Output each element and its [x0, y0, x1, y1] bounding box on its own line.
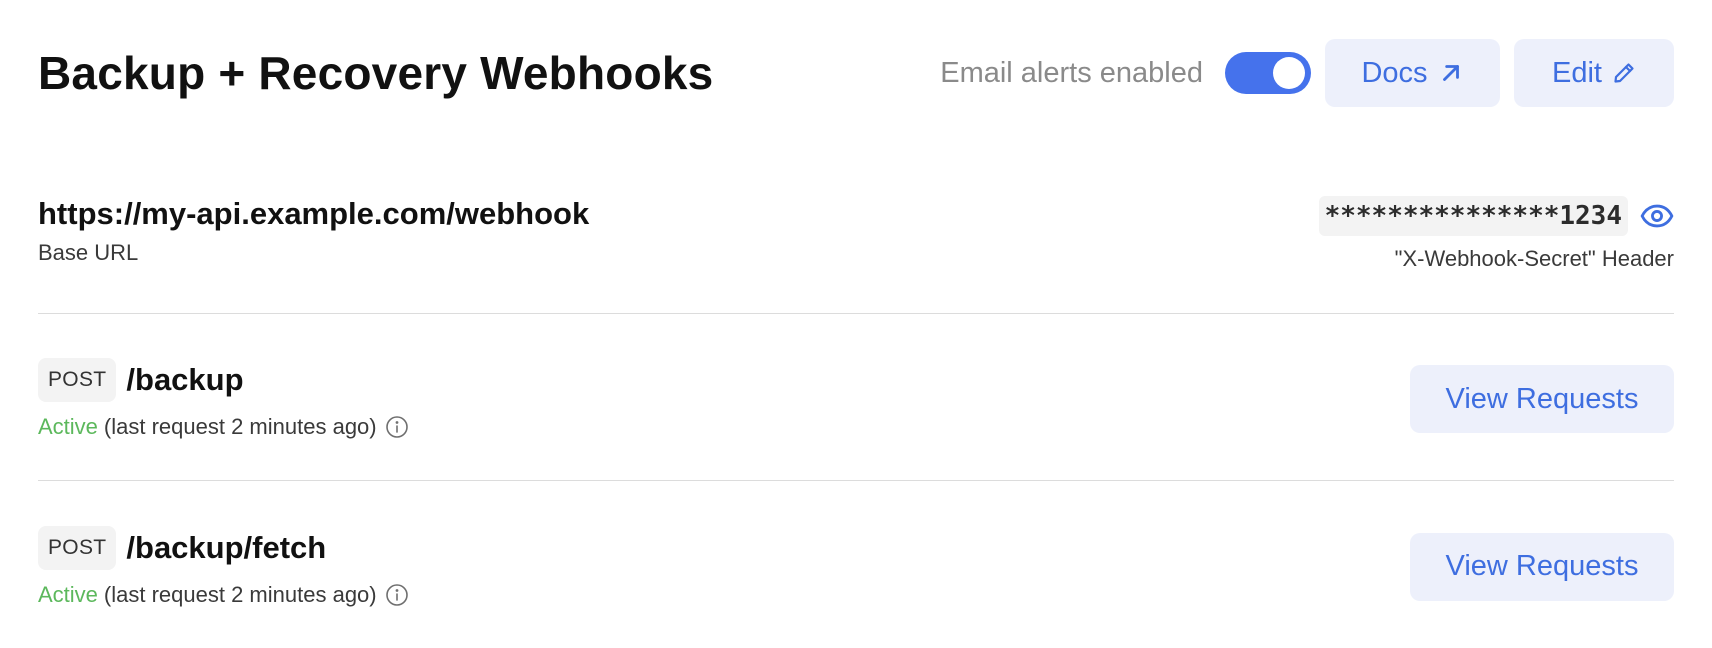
base-url-section: https://my-api.example.com/webhook Base … — [38, 146, 1674, 314]
endpoint-info: POST /backup Active (last request 2 minu… — [38, 358, 409, 440]
view-requests-label: View Requests — [1445, 550, 1639, 582]
base-url-value: https://my-api.example.com/webhook — [38, 196, 590, 231]
email-alerts-label: Email alerts enabled — [940, 56, 1203, 89]
view-requests-button[interactable]: View Requests — [1410, 365, 1674, 433]
endpoint-title-line: POST /backup/fetch — [38, 525, 409, 570]
toggle-knob — [1273, 57, 1305, 89]
secret-row: ***************1234 — [1318, 196, 1674, 236]
method-badge: POST — [38, 358, 117, 402]
endpoint-status: Active (last request 2 minutes ago) — [38, 582, 409, 608]
arrow-up-right-icon — [1442, 65, 1459, 81]
edit-button[interactable]: Edit — [1514, 39, 1674, 107]
info-icon[interactable] — [385, 583, 409, 607]
pencil-icon — [1614, 63, 1634, 83]
webhooks-page: Backup + Recovery Webhooks Email alerts … — [0, 0, 1712, 636]
secret-block: ***************1234 "X-Webhook-Secret" H… — [1318, 196, 1674, 272]
secret-value: ***************1234 — [1318, 196, 1628, 236]
header-controls: Email alerts enabled Docs Edit — [940, 39, 1674, 107]
info-icon[interactable] — [385, 415, 409, 439]
endpoint-path: /backup/fetch — [126, 529, 327, 565]
method-badge: POST — [38, 525, 117, 570]
docs-button-label: Docs — [1361, 56, 1428, 89]
endpoint-path: /backup — [126, 362, 244, 397]
status-detail: (last request 2 minutes ago) — [103, 581, 377, 607]
status-active-label: Active — [38, 414, 98, 439]
edit-button-label: Edit — [1552, 56, 1602, 89]
email-alerts-toggle[interactable] — [1225, 52, 1311, 94]
secret-caption: "X-Webhook-Secret" Header — [1394, 246, 1674, 271]
endpoint-row: POST /backup/fetch Active (last request … — [38, 481, 1674, 648]
docs-button[interactable]: Docs — [1325, 39, 1500, 107]
endpoint-status: Active (last request 2 minutes ago) — [38, 414, 409, 440]
view-requests-label: View Requests — [1445, 382, 1639, 415]
endpoint-row: POST /backup Active (last request 2 minu… — [38, 314, 1674, 481]
base-url-block: https://my-api.example.com/webhook Base … — [38, 196, 589, 266]
page-title: Backup + Recovery Webhooks — [38, 47, 714, 99]
base-url-caption: Base URL — [38, 240, 139, 265]
page-header: Backup + Recovery Webhooks Email alerts … — [38, 0, 1674, 146]
eye-icon[interactable] — [1640, 199, 1674, 233]
endpoint-title-line: POST /backup — [38, 358, 409, 402]
view-requests-button[interactable]: View Requests — [1410, 532, 1674, 601]
endpoint-info: POST /backup/fetch Active (last request … — [38, 525, 409, 608]
status-active-label: Active — [38, 581, 98, 607]
status-detail: (last request 2 minutes ago) — [103, 414, 377, 439]
